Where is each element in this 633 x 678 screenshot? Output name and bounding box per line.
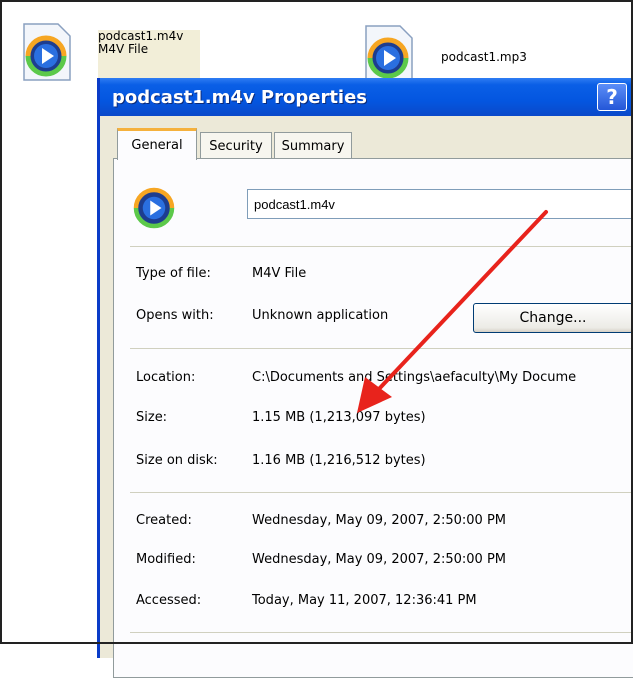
annotation-arrow: [357, 210, 548, 413]
